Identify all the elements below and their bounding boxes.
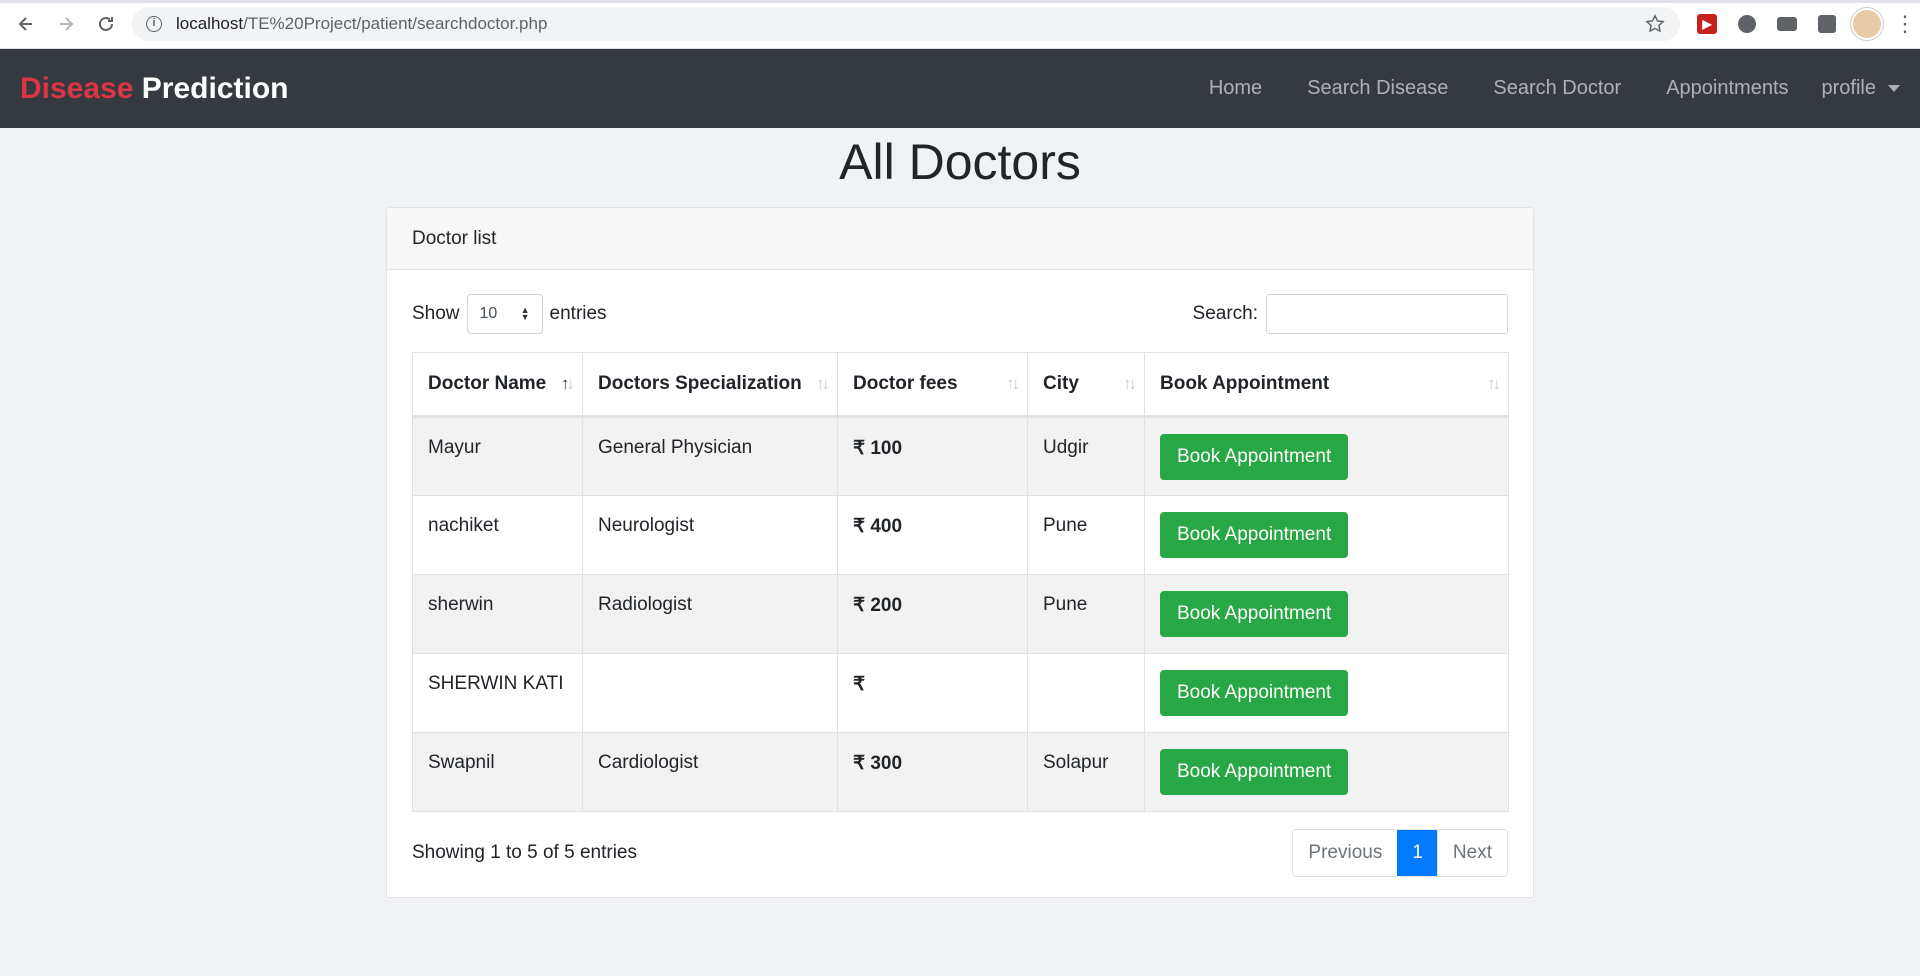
brand-part1: Disease [20,71,134,105]
header-doctor-name[interactable]: Doctor Name ↑↓ [412,352,583,418]
doctor-fee: ₹ 200 [853,595,903,616]
nav-home[interactable]: Home [1209,77,1262,100]
book-appointment-button[interactable]: Book Appointment [1160,434,1349,480]
show-label: Show [412,303,460,324]
table-controls: Show 10 ▲ ▼ entries Search: [412,294,1508,334]
address-bar[interactable]: i localhost/TE%20Project/patient/searchd… [132,7,1680,41]
pagination: Previous 1 Next [1292,829,1508,877]
doctor-specialization: Radiologist [598,594,692,615]
page-1-button[interactable]: 1 [1397,830,1437,876]
entries-length: Show 10 ▲ ▼ entries [412,294,607,334]
sort-icon: ↑↓ [1487,374,1501,393]
forward-icon[interactable] [46,4,86,44]
doctor-city [1043,654,1129,673]
doctor-fee: ₹ [853,674,866,695]
extension-red-icon[interactable]: ▶ [1690,7,1724,41]
table-header-row: Doctor Name ↑↓ Doctors Specialization ↑↓ D… [412,352,1509,418]
doctor-name: sherwin [428,594,494,615]
table-row: Swapnil Cardiologist ₹ 300 Solapur Book … [412,732,1509,812]
extension-circle-icon[interactable] [1730,7,1764,41]
nav-profile-dropdown[interactable]: profile [1822,77,1900,100]
table-info: Showing 1 to 5 of 5 entries [412,842,637,863]
header-specialization[interactable]: Doctors Specialization ↑↓ [582,352,838,418]
sort-icon: ↑↓ [1006,374,1020,393]
previous-page-button[interactable]: Previous [1293,830,1397,876]
doctors-table: Doctor Name ↑↓ Doctors Specialization ↑↓ D… [412,352,1509,812]
caret-down-icon [1888,85,1900,92]
doctor-fee: ₹ 400 [853,516,903,537]
camera-icon[interactable] [1770,7,1804,41]
page-title: All Doctors [839,134,1081,190]
doctor-specialization: Neurologist [598,515,695,536]
doctor-specialization: General Physician [598,437,753,458]
navbar: Disease Prediction Home Search Disease S… [0,49,1920,128]
doctor-name: nachiket [428,515,499,536]
doctor-city: Solapur [1043,752,1109,773]
info-icon[interactable]: i [146,16,162,32]
nav-search-disease[interactable]: Search Disease [1307,77,1448,100]
url-text[interactable]: localhost/TE%20Project/patient/searchdoc… [176,14,1644,34]
avatar[interactable] [1850,7,1884,41]
brand-part2: Prediction [141,71,289,105]
entries-label: entries [549,303,607,324]
tab-strip-edge [0,0,1920,3]
doctor-fee: ₹ 300 [853,753,903,774]
sort-icon: ↑↓ [816,374,830,393]
entries-select-value: 10 [479,305,498,322]
bookmark-star-icon[interactable] [1644,13,1666,35]
table-row: Mayur General Physician ₹ 100 Udgir Book… [412,416,1509,496]
entries-select[interactable]: 10 ▲ ▼ [466,294,543,334]
select-arrows-icon: ▲ ▼ [520,305,530,322]
puzzle-icon[interactable] [1810,7,1844,41]
nav-appointments[interactable]: Appointments [1666,77,1788,100]
sort-icon: ↑↓ [1123,374,1137,393]
table-row: SHERWIN KATI ₹ Book Appointment [412,653,1509,733]
book-appointment-button[interactable]: Book Appointment [1160,670,1349,716]
doctor-name: Mayur [428,437,481,458]
doctor-list-card: Doctor list Show 10 ▲ ▼ entries Search: D… [386,207,1534,898]
nav-profile-label: profile [1821,77,1876,99]
table-footer: Showing 1 to 5 of 5 entries Previous 1 N… [412,812,1508,897]
header-city[interactable]: City ↑↓ [1027,352,1145,418]
sort-asc-icon: ↑↓ [561,374,575,393]
doctor-city: Udgir [1043,437,1089,458]
back-icon[interactable] [6,4,46,44]
card-body: Show 10 ▲ ▼ entries Search: Doctor Name ↑↓… [387,270,1533,897]
search-input[interactable] [1266,294,1508,334]
next-page-button[interactable]: Next [1436,830,1507,876]
doctor-specialization [598,654,822,673]
browser-toolbar: i localhost/TE%20Project/patient/searchd… [0,0,1920,49]
table-row: nachiket Neurologist ₹ 400 Pune Book App… [412,495,1509,575]
book-appointment-button[interactable]: Book Appointment [1160,512,1349,558]
kebab-menu-icon[interactable]: ⋮ [1890,13,1920,35]
header-book-appointment[interactable]: Book Appointment ↑↓ [1144,352,1509,418]
doctor-name: SHERWIN KATI [428,673,564,694]
nav-links: Home Search Disease Search Doctor Appoin… [1164,77,1900,100]
book-appointment-button[interactable]: Book Appointment [1160,591,1349,637]
header-doctor-fees[interactable]: Doctor fees ↑↓ [837,352,1028,418]
book-appointment-button[interactable]: Book Appointment [1160,749,1349,795]
doctor-fee: ₹ 100 [853,438,903,459]
doctor-city: Pune [1043,594,1088,615]
table-row: sherwin Radiologist ₹ 200 Pune Book Appo… [412,574,1509,654]
reload-icon[interactable] [86,4,126,44]
nav-search-doctor[interactable]: Search Doctor [1493,77,1621,100]
search-box: Search: [1193,294,1508,334]
card-header: Doctor list [387,208,1533,270]
search-label: Search: [1192,303,1258,324]
brand-logo[interactable]: Disease Prediction [20,72,288,106]
doctor-specialization: Cardiologist [598,752,699,773]
doctor-city: Pune [1043,515,1088,536]
doctor-name: Swapnil [428,752,495,773]
